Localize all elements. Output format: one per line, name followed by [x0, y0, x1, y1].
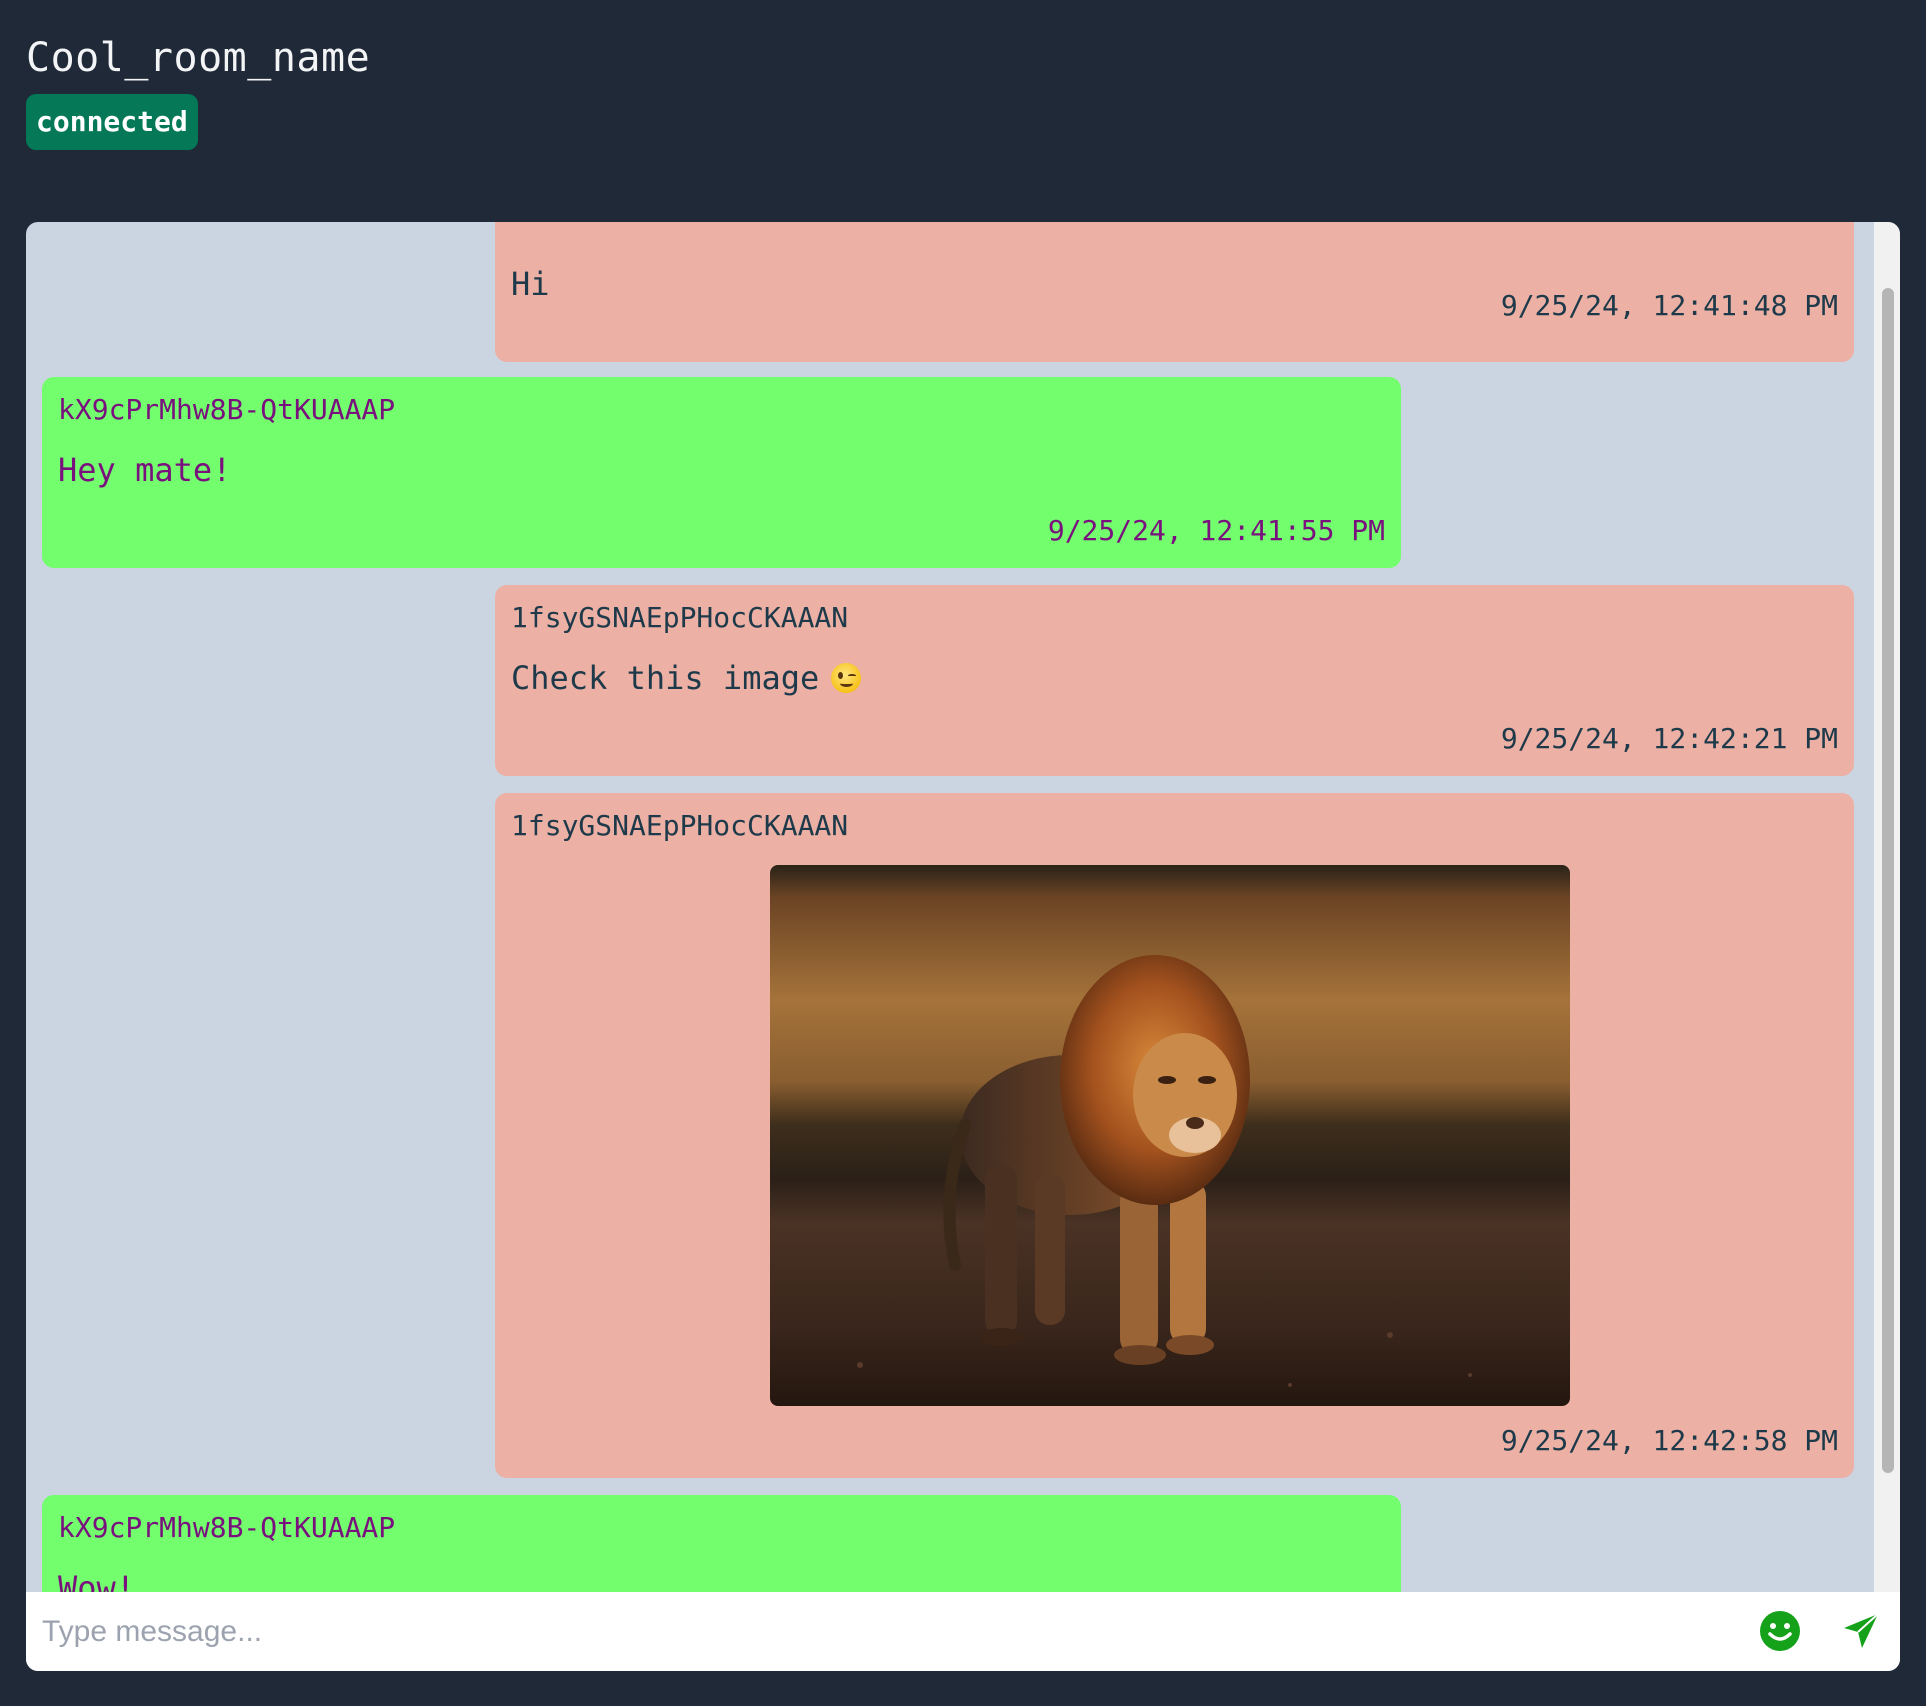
scrollbar-thumb[interactable] — [1882, 288, 1894, 1473]
message-sender: 1fsyGSNAEpPHocCKAAAN — [511, 601, 849, 634]
message-bubble-other: kX9cPrMhw8B-QtKUAAAP Hey mate! 9/25/24, … — [42, 377, 1401, 568]
message-sender: kX9cPrMhw8B-QtKUAAAP — [58, 1511, 396, 1544]
message-list-scrollbar[interactable] — [1874, 222, 1900, 1592]
message-text: Hi — [511, 265, 550, 303]
message-bubble-own: 1fsyGSNAEpPHocCKAAAN 9/25/24, 12:42:58 P… — [495, 793, 1854, 1478]
chat-panel: Hi 9/25/24, 12:41:48 PM kX9cPrMhw8B-QtKU… — [26, 222, 1900, 1671]
message-bubble-own: 1fsyGSNAEpPHocCKAAAN Check this image 9/… — [495, 585, 1854, 776]
message-timestamp: 9/25/24, 12:42:58 PM — [1500, 1424, 1838, 1457]
message-bubble-other: kX9cPrMhw8B-QtKUAAAP Wow! — [42, 1495, 1401, 1592]
message-text: Wow! — [58, 1569, 136, 1592]
message-text: Check this image — [511, 659, 820, 697]
smiley-icon[interactable] — [1759, 1610, 1801, 1652]
room-title: Cool_room_name — [26, 35, 371, 81]
message-input[interactable] — [42, 1604, 1742, 1659]
message-sender: 1fsyGSNAEpPHocCKAAAN — [511, 809, 849, 842]
message-composer — [26, 1592, 1900, 1671]
room-header: Cool_room_name connected — [26, 34, 370, 150]
connection-status-badge: connected — [26, 94, 198, 150]
message-sender: kX9cPrMhw8B-QtKUAAAP — [58, 393, 396, 426]
winking-face-emoji-icon — [831, 663, 862, 693]
message-list[interactable]: Hi 9/25/24, 12:41:48 PM kX9cPrMhw8B-QtKU… — [26, 222, 1874, 1592]
message-text-row: Check this image — [511, 658, 862, 698]
message-timestamp: 9/25/24, 12:41:55 PM — [1047, 514, 1385, 547]
lion-photo[interactable] — [770, 865, 1570, 1406]
message-text: Hey mate! — [58, 451, 232, 489]
message-timestamp: 9/25/24, 12:41:48 PM — [1500, 289, 1838, 322]
message-bubble-own: Hi 9/25/24, 12:41:48 PM — [495, 222, 1854, 362]
message-timestamp: 9/25/24, 12:42:21 PM — [1500, 722, 1838, 755]
send-arrow-icon[interactable] — [1842, 1612, 1880, 1650]
